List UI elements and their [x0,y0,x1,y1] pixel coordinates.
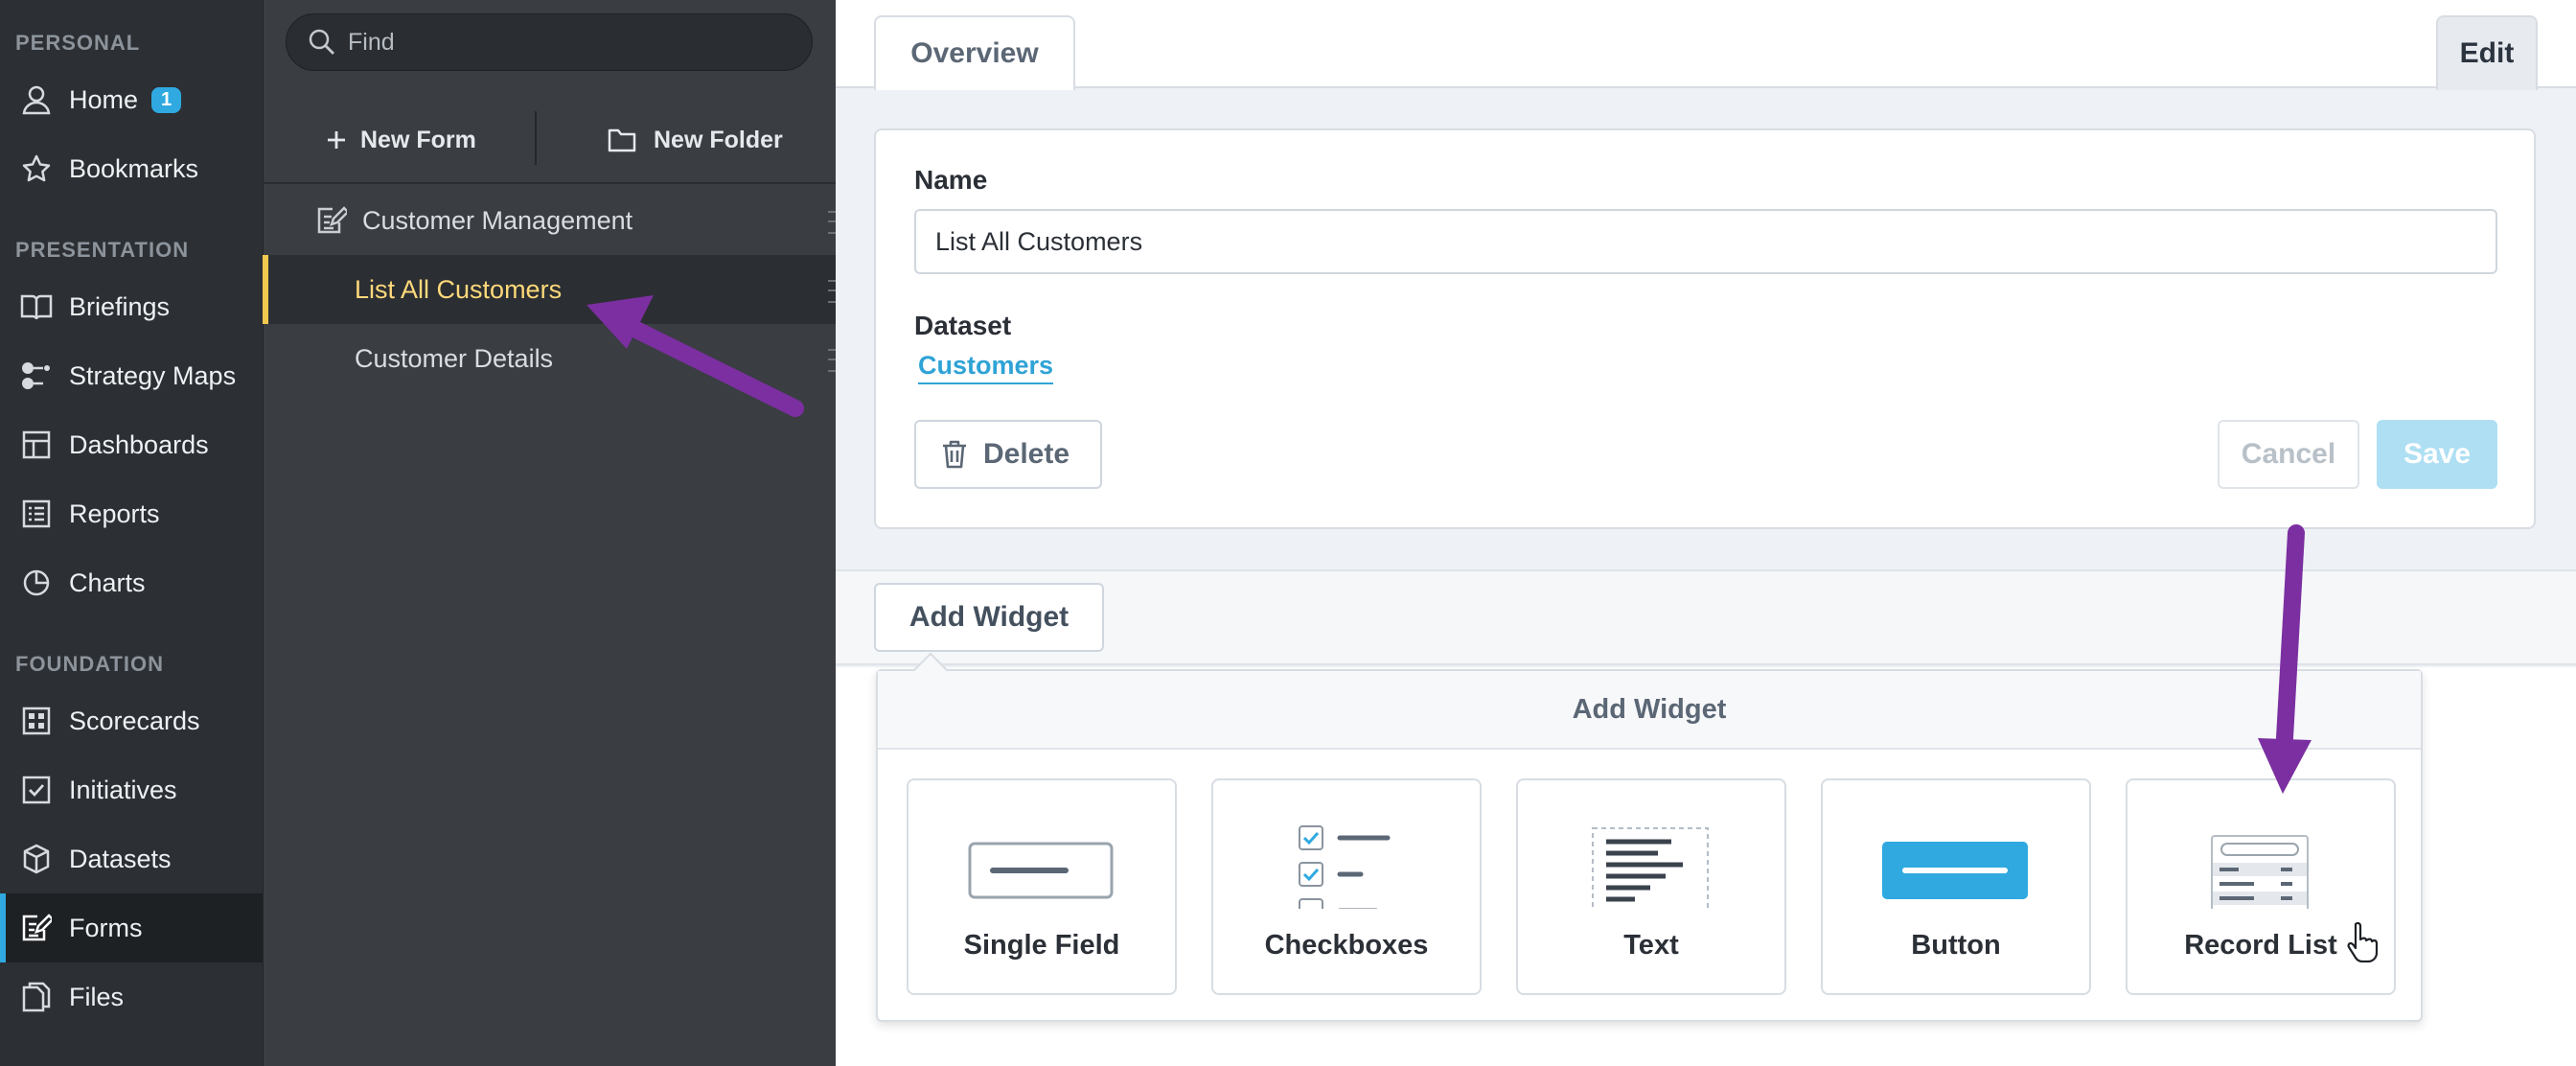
annotation-arrow-tree [586,295,804,417]
annotation-arrows [586,295,2312,794]
annotation-arrow-record-list [2258,524,2312,794]
